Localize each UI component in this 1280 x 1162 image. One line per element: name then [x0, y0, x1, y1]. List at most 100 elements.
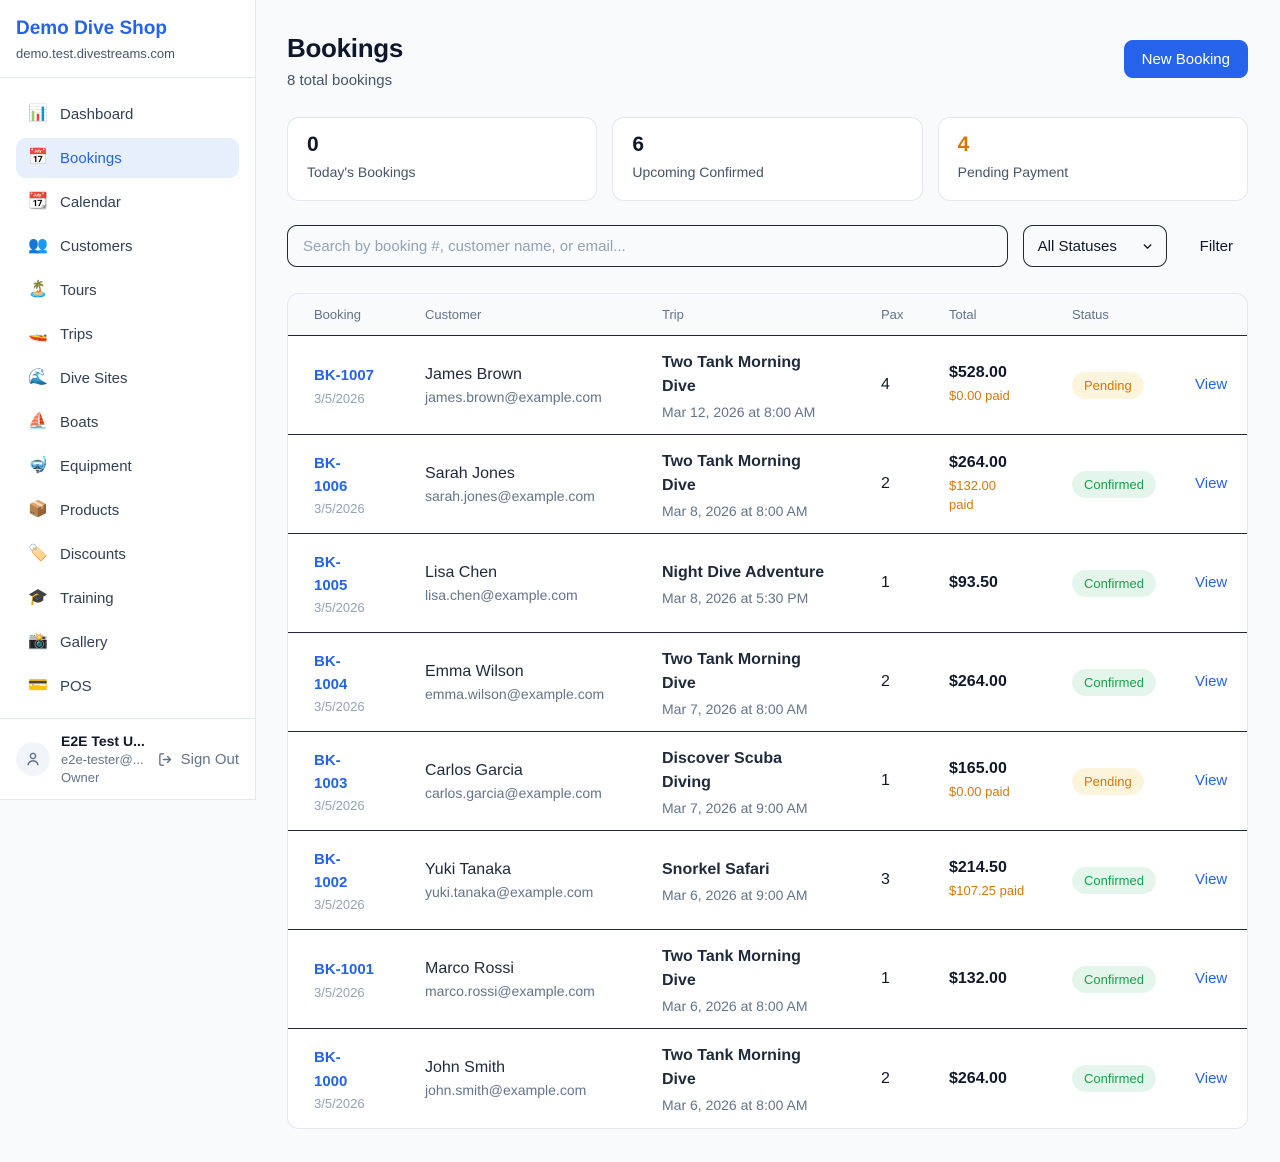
sidebar-nav: 📊 Dashboard 📅 Bookings 📆 Calendar 👥 Cust…: [0, 78, 255, 718]
booking-id-link[interactable]: BK-1001: [314, 958, 412, 981]
sign-out-button[interactable]: Sign Out: [157, 751, 239, 768]
graduation-cap-icon: 🎓: [28, 590, 48, 606]
people-icon: 👥: [28, 238, 48, 254]
tag-icon: 🏷️: [28, 546, 48, 562]
sidebar-item-equipment[interactable]: 🤿 Equipment: [16, 446, 239, 486]
sidebar-item-tours[interactable]: 🏝️ Tours: [16, 270, 239, 310]
trip-datetime: Mar 6, 2026 at 9:00 AM: [662, 887, 868, 903]
total-cell: $528.00 $0.00 paid: [949, 364, 1059, 406]
page-title: Bookings: [287, 33, 403, 64]
sidebar-item-bookings[interactable]: 📅 Bookings: [16, 138, 239, 178]
view-link[interactable]: View: [1195, 673, 1227, 690]
sidebar-item-boats[interactable]: ⛵ Boats: [16, 402, 239, 442]
customer-cell: Sarah Jones sarah.jones@example.com: [425, 465, 649, 504]
sidebar-item-customers[interactable]: 👥 Customers: [16, 226, 239, 266]
view-link[interactable]: View: [1195, 772, 1227, 789]
view-link[interactable]: View: [1195, 376, 1227, 393]
trip-cell: Two Tank Morning Dive Mar 7, 2026 at 8:0…: [662, 648, 868, 717]
actions-cell: View: [1195, 1070, 1231, 1088]
sidebar-item-calendar[interactable]: 📆 Calendar: [16, 182, 239, 222]
new-booking-button[interactable]: New Booking: [1124, 40, 1248, 78]
booking-id-link[interactable]: BK- 1000: [314, 1046, 412, 1093]
customer-name: Marco Rossi: [425, 960, 649, 978]
status-badge: Pending: [1072, 372, 1144, 399]
trip-cell: Snorkel Safari Mar 6, 2026 at 9:00 AM: [662, 858, 868, 903]
status-select-value: All Statuses: [1038, 238, 1117, 255]
total-cell: $165.00 $0.00 paid: [949, 760, 1059, 802]
trip-datetime: Mar 8, 2026 at 8:00 AM: [662, 503, 868, 519]
trip-name: Discover Scuba Diving: [662, 747, 868, 795]
view-link[interactable]: View: [1195, 871, 1227, 888]
table-row: BK- 1004 3/5/2026 Emma Wilson emma.wilso…: [288, 633, 1247, 732]
sidebar-item-training[interactable]: 🎓 Training: [16, 578, 239, 618]
booking-date: 3/5/2026: [314, 1096, 412, 1111]
status-badge: Confirmed: [1072, 966, 1156, 993]
page-header-text: Bookings 8 total bookings: [287, 33, 403, 89]
view-link[interactable]: View: [1195, 970, 1227, 987]
customer-email: john.smith@example.com: [425, 1082, 649, 1098]
view-link[interactable]: View: [1195, 1070, 1227, 1087]
trip-name: Night Dive Adventure: [662, 561, 868, 585]
sidebar-item-discounts[interactable]: 🏷️ Discounts: [16, 534, 239, 574]
trip-datetime: Mar 8, 2026 at 5:30 PM: [662, 590, 868, 606]
sidebar-item-trips[interactable]: 🚤 Trips: [16, 314, 239, 354]
actions-cell: View: [1195, 376, 1231, 394]
total-cell: $264.00: [949, 673, 1059, 691]
customer-name: Emma Wilson: [425, 663, 649, 681]
sidebar-item-dashboard[interactable]: 📊 Dashboard: [16, 94, 239, 134]
stat-card-todays-bookings: 0 Today's Bookings: [287, 117, 597, 201]
customer-email: lisa.chen@example.com: [425, 587, 649, 603]
sidebar-item-gallery[interactable]: 📸 Gallery: [16, 622, 239, 662]
customer-email: james.brown@example.com: [425, 389, 649, 405]
table-row: BK- 1002 3/5/2026 Yuki Tanaka yuki.tanak…: [288, 831, 1247, 930]
sidebar-item-products[interactable]: 📦 Products: [16, 490, 239, 530]
booking-date: 3/5/2026: [314, 600, 412, 615]
customer-cell: Lisa Chen lisa.chen@example.com: [425, 564, 649, 603]
actions-cell: View: [1195, 475, 1231, 493]
table-row: BK- 1000 3/5/2026 John Smith john.smith@…: [288, 1029, 1247, 1128]
trip-cell: Two Tank Morning Dive Mar 6, 2026 at 8:0…: [662, 945, 868, 1014]
search-input[interactable]: [287, 225, 1008, 267]
sign-out-label: Sign Out: [181, 751, 239, 768]
status-cell: Confirmed: [1072, 867, 1182, 894]
booking-id-link[interactable]: BK-1007: [314, 364, 412, 387]
booking-id-link[interactable]: BK- 1004: [314, 650, 412, 697]
table-header-row: Booking Customer Trip Pax Total Status: [288, 294, 1247, 336]
customer-name: John Smith: [425, 1059, 649, 1077]
view-link[interactable]: View: [1195, 475, 1227, 492]
amount-paid: $107.25 paid: [949, 881, 1059, 901]
stat-card-pending-payment: 4 Pending Payment: [938, 117, 1248, 201]
booking-id-link[interactable]: BK- 1006: [314, 452, 412, 499]
booking-date: 3/5/2026: [314, 798, 412, 813]
booking-id-link[interactable]: BK- 1003: [314, 749, 412, 796]
customer-cell: Emma Wilson emma.wilson@example.com: [425, 663, 649, 702]
booking-date: 3/5/2026: [314, 391, 412, 406]
trip-name: Two Tank Morning Dive: [662, 1044, 868, 1092]
booking-cell: BK- 1000 3/5/2026: [314, 1046, 412, 1111]
camera-icon: 📸: [28, 634, 48, 650]
stat-value: 6: [632, 133, 902, 157]
filter-button[interactable]: Filter: [1185, 238, 1248, 255]
customer-cell: Yuki Tanaka yuki.tanaka@example.com: [425, 861, 649, 900]
page-subtitle: 8 total bookings: [287, 72, 403, 89]
trip-datetime: Mar 6, 2026 at 8:00 AM: [662, 998, 868, 1014]
trip-cell: Discover Scuba Diving Mar 7, 2026 at 9:0…: [662, 747, 868, 816]
sidebar-item-pos[interactable]: 💳 POS: [16, 666, 239, 706]
total-amount: $93.50: [949, 574, 1059, 592]
speedboat-icon: 🚤: [28, 326, 48, 342]
view-link[interactable]: View: [1195, 574, 1227, 591]
status-select[interactable]: All Statuses: [1023, 225, 1167, 267]
stat-value: 0: [307, 133, 577, 157]
status-badge: Confirmed: [1072, 471, 1156, 498]
sidebar-item-dive-sites[interactable]: 🌊 Dive Sites: [16, 358, 239, 398]
booking-id-link[interactable]: BK- 1005: [314, 551, 412, 598]
actions-cell: View: [1195, 673, 1231, 691]
diving-mask-icon: 🤿: [28, 458, 48, 474]
tear-calendar-icon: 📆: [28, 194, 48, 210]
sailboat-icon: ⛵: [28, 414, 48, 430]
status-cell: Confirmed: [1072, 471, 1182, 498]
booking-id-link[interactable]: BK- 1002: [314, 848, 412, 895]
status-badge: Confirmed: [1072, 867, 1156, 894]
trip-name: Two Tank Morning Dive: [662, 450, 868, 498]
column-header-pax: Pax: [881, 307, 936, 322]
